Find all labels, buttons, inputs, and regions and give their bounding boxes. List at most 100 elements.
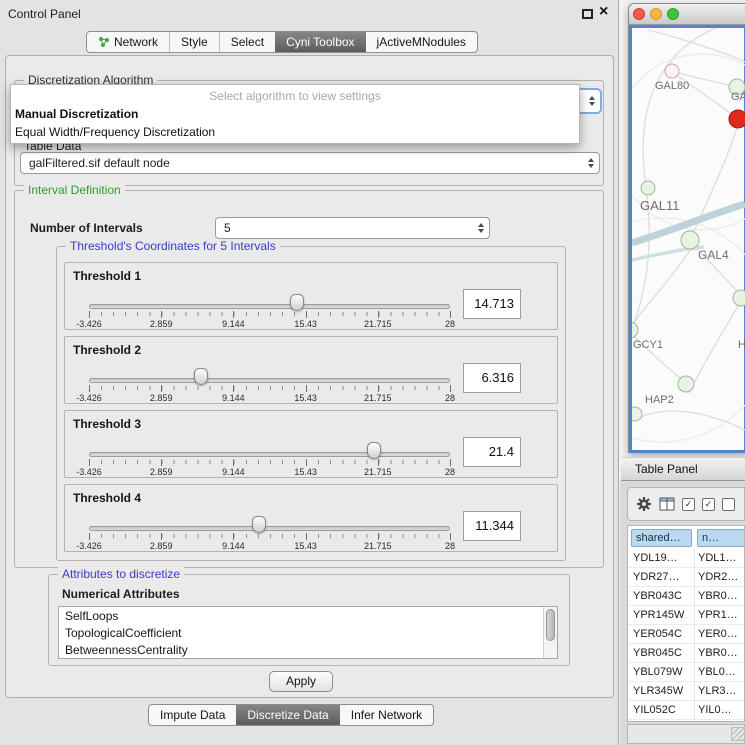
table-cell[interactable]: YIL0… — [698, 701, 745, 719]
column-header-shared-name[interactable]: shared… — [631, 529, 692, 547]
tab-impute-data[interactable]: Impute Data — [149, 705, 237, 725]
slider-major-tick — [450, 311, 451, 318]
table-cell[interactable]: YBR0… — [698, 644, 745, 662]
combo-stepper-icon[interactable] — [472, 218, 489, 238]
numerical-attribute-item[interactable]: BetweennessCentrality — [59, 641, 557, 658]
threshold-slider-track[interactable] — [89, 452, 450, 457]
table-cell[interactable]: YER0… — [698, 625, 745, 643]
float-window-icon[interactable] — [582, 9, 593, 19]
algorithm-option[interactable]: Manual Discretization — [11, 105, 579, 123]
network-node[interactable] — [733, 290, 745, 306]
network-node[interactable] — [678, 376, 694, 392]
network-node[interactable] — [681, 231, 699, 249]
threshold-label: Threshold 2 — [73, 343, 141, 357]
network-icon — [98, 36, 110, 48]
table-cell[interactable]: YBR043C — [633, 587, 693, 605]
table-cell[interactable]: YDL1… — [698, 549, 745, 567]
numerical-attribute-item[interactable]: SelfLoops — [59, 607, 557, 624]
threshold-value-field[interactable]: 21.4 — [463, 437, 521, 467]
apply-button[interactable]: Apply — [269, 671, 333, 692]
table-row[interactable]: YDL19… YDL1… — [628, 549, 745, 568]
unchecked-checkbox-icon[interactable] — [722, 498, 735, 511]
table-cell[interactable]: YBL0… — [698, 663, 745, 681]
table-row[interactable]: YDR27… YDR2… — [628, 568, 745, 587]
attributes-group-title: Attributes to discretize — [58, 567, 184, 581]
network-node[interactable] — [641, 181, 655, 195]
combo-stepper-icon[interactable] — [582, 153, 599, 173]
combo-stepper-icon[interactable] — [583, 90, 600, 112]
tab-select[interactable]: Select — [220, 32, 276, 52]
checked-checkbox-icon[interactable]: ✓ — [682, 498, 695, 511]
numerical-attribute-item[interactable]: TopologicalCoefficient — [59, 624, 557, 641]
table-row[interactable]: YPR145W YPR1… — [628, 606, 745, 625]
tab-style[interactable]: Style — [170, 32, 220, 52]
threshold-slider-thumb[interactable] — [367, 442, 381, 459]
zoom-traffic-light-icon[interactable] — [667, 8, 679, 20]
threshold-slider-thumb[interactable] — [252, 516, 266, 533]
close-window-icon[interactable]: × — [599, 3, 608, 21]
algorithm-option[interactable]: Equal Width/Frequency Discretization — [11, 123, 579, 141]
column-header-name[interactable]: n… — [697, 529, 745, 547]
table-row[interactable]: YLR345W YLR3… — [628, 682, 745, 701]
table-row[interactable]: YBR045C YBR0… — [628, 644, 745, 663]
table-cell[interactable]: YLR345W — [633, 682, 693, 700]
threshold-slider-track[interactable] — [89, 304, 450, 309]
table-panel-header[interactable]: Table Panel — [621, 457, 745, 481]
scrollbar-thumb[interactable] — [546, 609, 555, 641]
table-cell[interactable]: YDR2… — [698, 568, 745, 586]
column-layout-icon[interactable] — [659, 497, 675, 511]
slider-tick-label: 9.144 — [211, 393, 255, 403]
table-cell[interactable]: YPR145W — [633, 606, 693, 624]
table-cell[interactable]: YPR1… — [698, 606, 745, 624]
network-node[interactable] — [729, 110, 745, 128]
table-row[interactable]: YBL079W YBL0… — [628, 663, 745, 682]
table-cell[interactable]: YER054C — [633, 625, 693, 643]
slider-tick-label: 28 — [428, 393, 472, 403]
table-cell[interactable]: YLR3… — [698, 682, 745, 700]
table-row[interactable]: YIL052C YIL0… — [628, 701, 745, 720]
tab-infer-network[interactable]: Infer Network — [340, 705, 433, 725]
table-cell[interactable]: YBR045C — [633, 644, 693, 662]
threshold-label: Threshold 4 — [73, 491, 141, 505]
threshold-value-field[interactable]: 14.713 — [463, 289, 521, 319]
network-node-label: HAP2 — [645, 394, 674, 406]
threshold-slider-track[interactable] — [89, 526, 450, 531]
table-cell[interactable]: YBR0… — [698, 587, 745, 605]
threshold-slider-thumb[interactable] — [194, 368, 208, 385]
tab-discretize-data[interactable]: Discretize Data — [236, 705, 339, 725]
network-node[interactable] — [665, 64, 679, 78]
threshold-slider-thumb[interactable] — [290, 294, 304, 311]
slider-major-tick — [89, 533, 90, 540]
tab-jactivemnodules[interactable]: jActiveMNodules — [366, 32, 477, 52]
horizontal-scrollbar[interactable] — [627, 724, 745, 744]
attributes-scrollbar[interactable] — [543, 607, 557, 658]
table-row[interactable]: YER054C YER0… — [628, 625, 745, 644]
resize-grip[interactable] — [731, 727, 745, 741]
slider-tick-label: -3.426 — [67, 319, 111, 329]
slider-tick-label: 2.859 — [139, 467, 183, 477]
threshold-value-field[interactable]: 11.344 — [463, 511, 521, 541]
table-cell[interactable]: YBL079W — [633, 663, 693, 681]
table-data-combobox[interactable]: galFiltered.sif default node — [20, 152, 600, 174]
tab-network[interactable]: Network — [87, 32, 170, 52]
network-node[interactable] — [632, 322, 638, 338]
gear-icon[interactable] — [636, 496, 652, 512]
threshold-label: Threshold 3 — [73, 417, 141, 431]
checked-checkbox-icon[interactable]: ✓ — [702, 498, 715, 511]
number-of-intervals-combobox[interactable]: 5 — [215, 217, 490, 239]
slider-major-tick — [233, 385, 234, 392]
table-cell[interactable]: YIL052C — [633, 701, 693, 719]
close-traffic-light-icon[interactable] — [633, 8, 645, 20]
threshold-slider-track[interactable] — [89, 378, 450, 383]
network-window-titlebar[interactable] — [629, 4, 745, 25]
table-row[interactable]: YBR043C YBR0… — [628, 587, 745, 606]
threshold-value-field[interactable]: 6.316 — [463, 363, 521, 393]
table-cell[interactable]: YDR27… — [633, 568, 693, 586]
slider-major-tick — [233, 311, 234, 318]
network-node[interactable] — [632, 407, 642, 421]
slider-tick-label: 28 — [428, 319, 472, 329]
tab-cyni-toolbox[interactable]: Cyni Toolbox — [275, 32, 365, 52]
table-cell[interactable]: YDL19… — [633, 549, 693, 567]
minimize-traffic-light-icon[interactable] — [650, 8, 662, 20]
network-graph[interactable]: GAL80GAGAL11GAL4GCY1HHAP2 — [632, 28, 745, 448]
